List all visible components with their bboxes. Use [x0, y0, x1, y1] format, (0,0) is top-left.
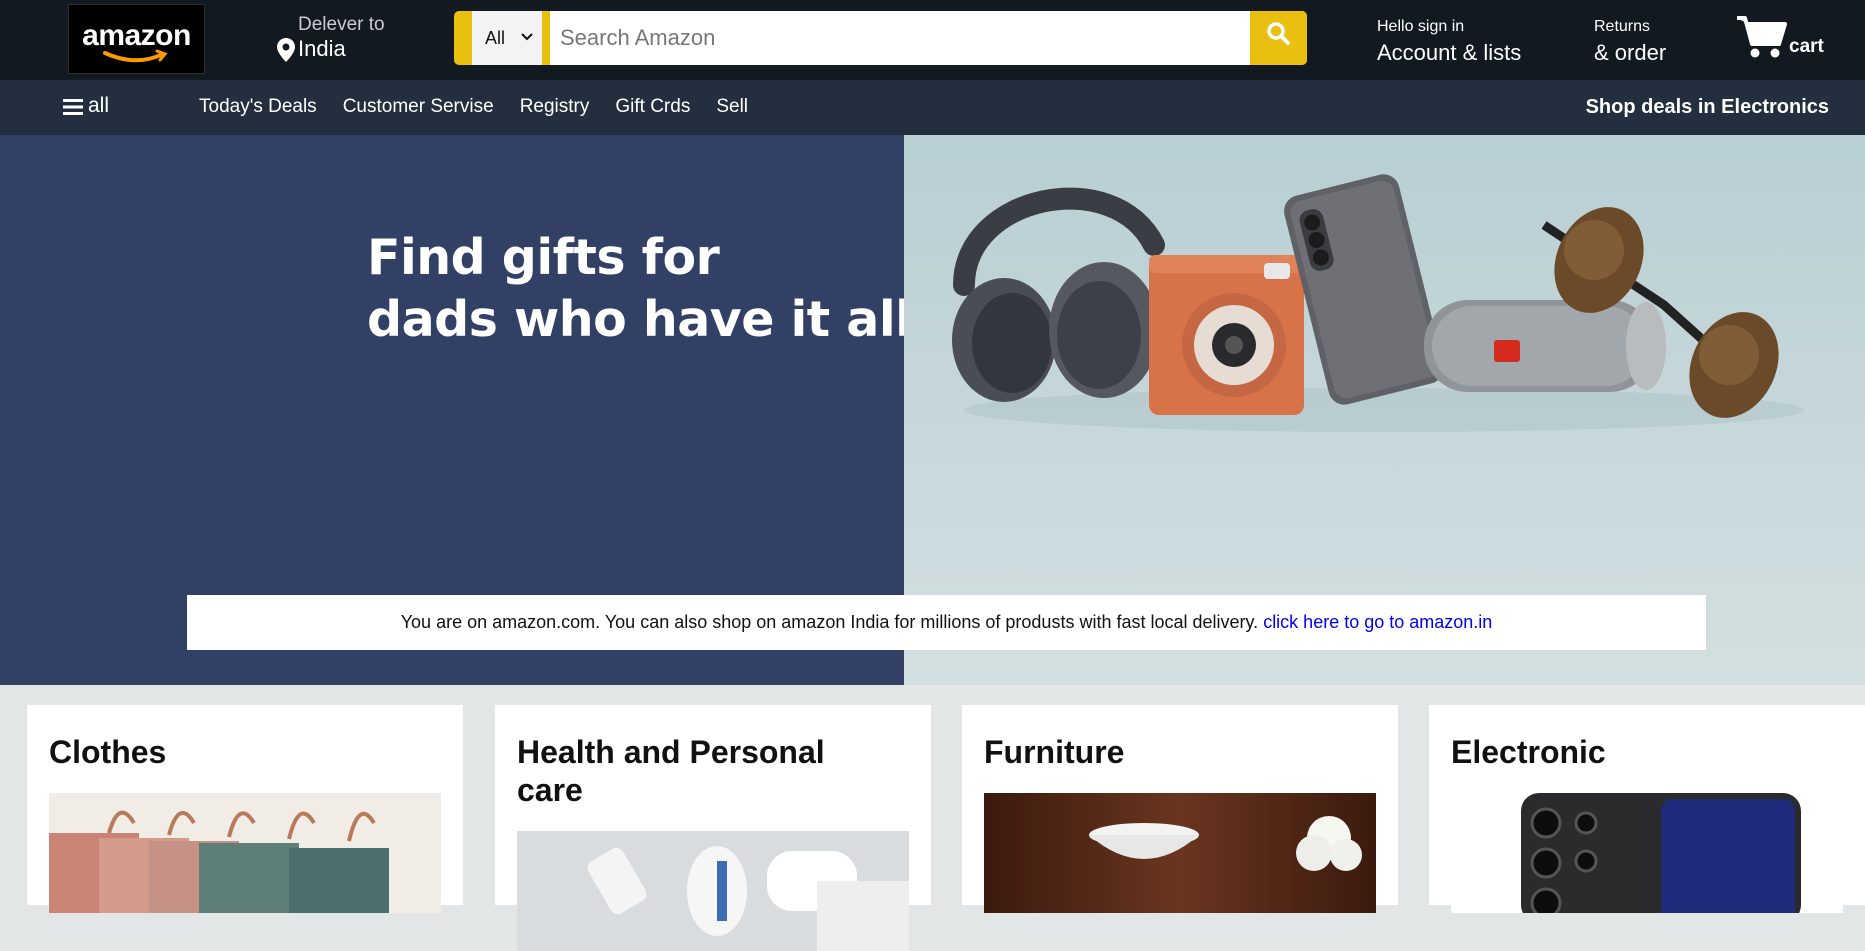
search-category-label: All — [485, 28, 506, 48]
nav-link-customer-service[interactable]: Customer Servise — [343, 96, 494, 118]
location-pin-icon — [277, 38, 295, 62]
clothes-image-art — [49, 793, 441, 913]
clothes-image[interactable] — [49, 793, 441, 913]
hero-title: Find gifts for dads who have it all — [367, 227, 912, 351]
cart-label: cart — [1789, 36, 1824, 57]
chevron-down-icon — [521, 33, 533, 41]
category-card-clothes[interactable]: Clothes — [27, 705, 463, 913]
orders-label: & order — [1594, 40, 1667, 65]
search-category-select[interactable]: All — [472, 11, 542, 65]
deliver-label: Delever to — [298, 14, 385, 35]
speaker-image — [1424, 300, 1666, 392]
hero-products-image — [952, 174, 1804, 432]
account-and-lists[interactable]: Hello sign in Account & lists — [1377, 18, 1521, 66]
search-input[interactable] — [542, 11, 1250, 65]
deliver-location: India — [298, 36, 346, 61]
nav-link-todays-deals[interactable]: Today's Deals — [199, 96, 317, 118]
electronic-image-art — [1451, 793, 1843, 913]
nav-link-gift-cards[interactable]: Gift Crds — [615, 96, 690, 118]
electronic-image[interactable] — [1451, 793, 1843, 913]
logo-smile-icon — [103, 49, 168, 63]
logo-text: amazon — [82, 19, 191, 52]
all-menu-label: all — [88, 94, 110, 117]
smartphone-image — [1284, 174, 1444, 405]
cart-button[interactable]: cart — [1737, 14, 1837, 62]
search-bar: All — [454, 11, 1307, 65]
hero-title-line-2: dads who have it all — [367, 291, 912, 348]
subnav-links: Today's Deals Customer Servise Registry … — [199, 96, 774, 118]
returns-and-orders[interactable]: Returns & order — [1594, 18, 1666, 66]
furniture-image-art — [984, 793, 1376, 913]
amazon-logo[interactable]: amazon — [68, 4, 205, 74]
locale-notice: You are on amazon.com. You can also shop… — [187, 595, 1706, 650]
electronics-deals-link[interactable]: Shop deals in Electronics — [1586, 96, 1829, 119]
locale-notice-text: You are on amazon.com. You can also shop… — [400, 612, 1264, 632]
search-icon — [1267, 22, 1290, 45]
category-card-electronic[interactable]: Electronic — [1429, 705, 1865, 913]
furniture-image[interactable] — [984, 793, 1376, 913]
nav-link-sell[interactable]: Sell — [716, 96, 748, 118]
returns-label: Returns — [1594, 18, 1651, 35]
card-title: Clothes — [49, 734, 167, 770]
search-button[interactable] — [1250, 11, 1307, 65]
cart-icon — [1737, 16, 1787, 58]
nav-link-registry[interactable]: Registry — [520, 96, 590, 118]
locale-notice-link[interactable]: click here to go to amazon.in — [1263, 612, 1492, 632]
account-label: Account & lists — [1377, 40, 1522, 65]
hero-banner[interactable]: Find gifts for dads who have it all You … — [0, 135, 1865, 685]
instant-camera-image — [1149, 255, 1304, 415]
card-title: Electronic — [1451, 734, 1606, 770]
card-title: Health and Personal care — [517, 734, 825, 808]
card-title: Furniture — [984, 734, 1125, 770]
category-card-furniture[interactable]: Furniture — [962, 705, 1398, 913]
top-navbar: amazon Delever to India All Hello — [0, 0, 1865, 80]
health-image-art — [517, 831, 909, 951]
health-image[interactable] — [517, 831, 909, 951]
hero-title-line-1: Find gifts for — [367, 229, 720, 286]
hamburger-icon — [63, 99, 83, 115]
secondary-navbar: all Today's Deals Customer Servise Regis… — [0, 80, 1865, 135]
category-card-health[interactable]: Health and Personal care — [495, 705, 931, 951]
headphones-image — [952, 187, 1165, 402]
account-greeting: Hello sign in — [1377, 18, 1465, 35]
